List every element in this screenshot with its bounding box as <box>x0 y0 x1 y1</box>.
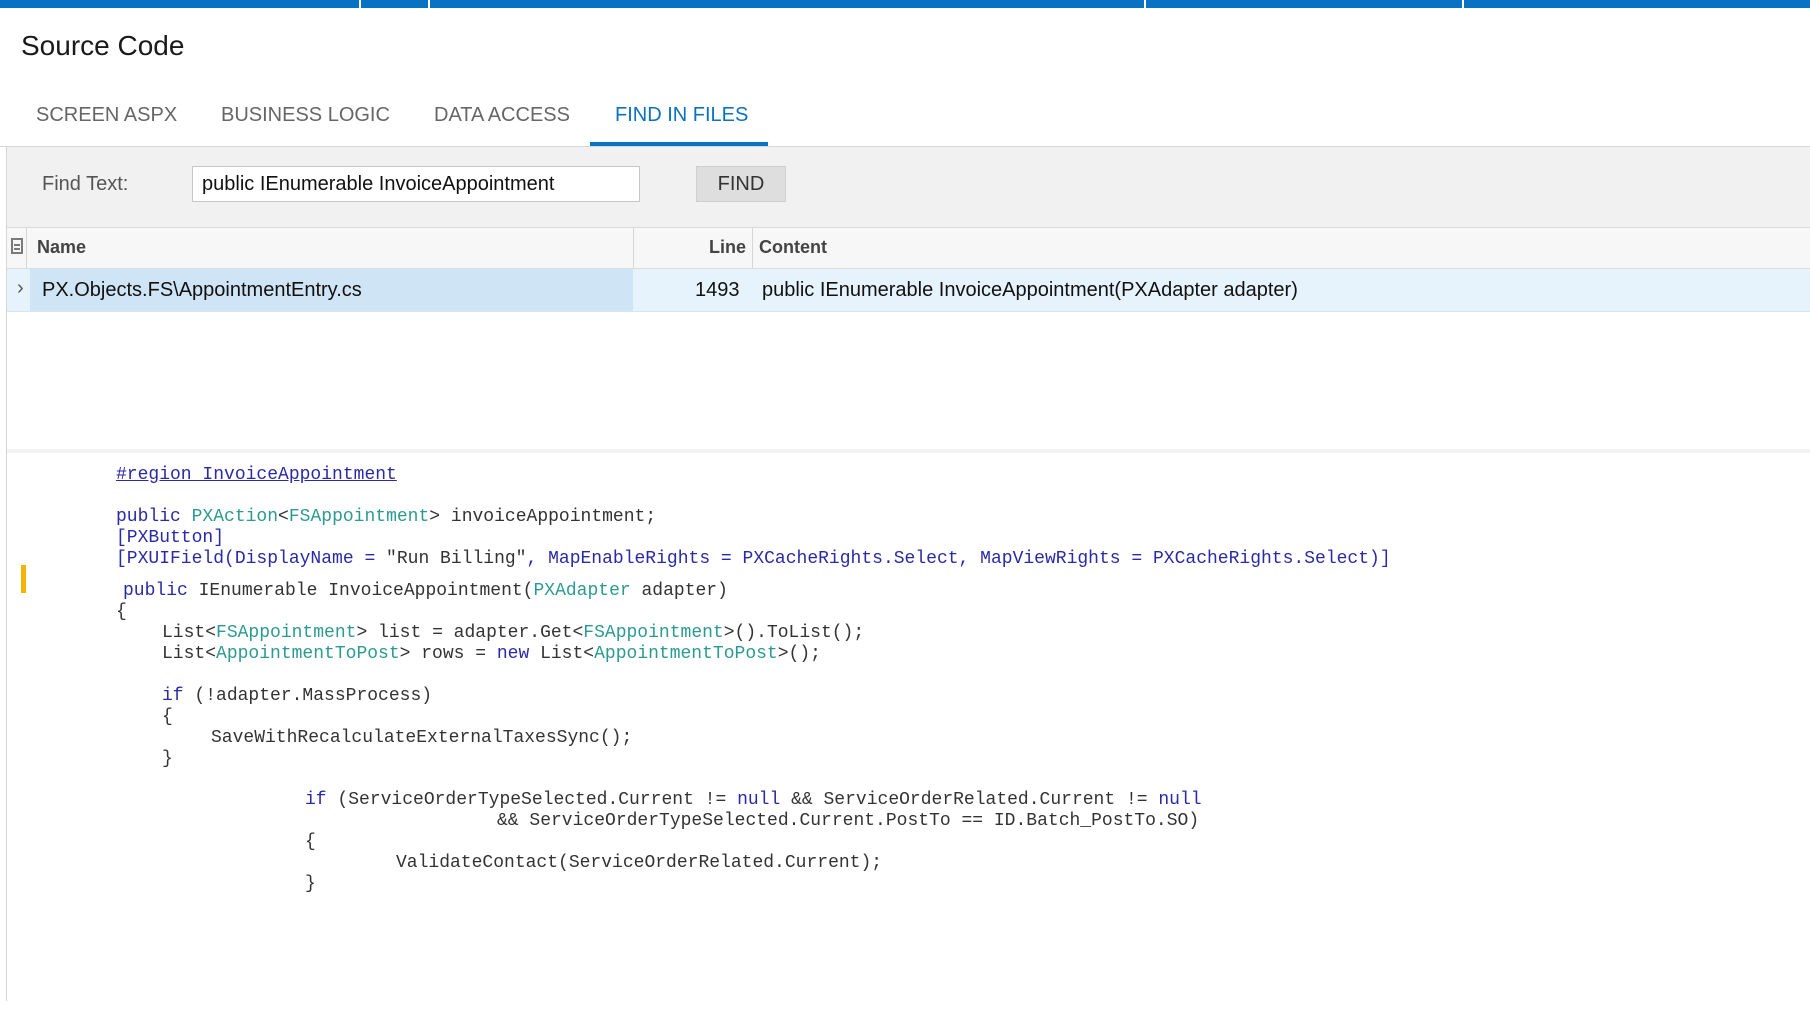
code-viewer[interactable]: #region InvoiceAppointment public PXActi… <box>7 449 1810 1013</box>
find-in-files-panel: Find Text: FIND Name Line Content › PX.O… <box>6 147 1810 1013</box>
code-line: ValidateContact(ServiceOrderRelated.Curr… <box>396 853 883 873</box>
results-grid-header: Name Line Content <box>7 228 1810 269</box>
find-text-label: Find Text: <box>42 173 129 195</box>
find-text-input[interactable] <box>192 166 640 202</box>
code-line: List<FSAppointment> list = adapter.Get<F… <box>162 623 865 643</box>
code-line: { <box>305 832 316 852</box>
code-line: if (!adapter.MassProcess) <box>162 686 433 706</box>
code-line: [PXButton] <box>116 528 225 548</box>
code-line: && ServiceOrderTypeSelected.Current.Post… <box>497 811 1200 831</box>
chevron-right-icon[interactable]: › <box>17 277 24 300</box>
tab-bar: SCREEN ASPX BUSINESS LOGIC DATA ACCESS F… <box>0 95 1810 147</box>
find-toolbar: Find Text: FIND <box>7 147 1810 228</box>
row-content: public IEnumerable InvoiceAppointment(PX… <box>762 279 1298 301</box>
code-line: public IEnumerable InvoiceAppointment(PX… <box>123 581 728 601</box>
code-line: [PXUIField(DisplayName = "Run Billing", … <box>116 549 1391 569</box>
table-row[interactable]: › PX.Objects.FS\AppointmentEntry.cs 1493… <box>7 269 1810 312</box>
row-name[interactable]: PX.Objects.FS\AppointmentEntry.cs <box>42 279 362 302</box>
code-line: { <box>116 602 127 622</box>
column-divider <box>26 228 27 268</box>
top-bar-divider <box>359 0 361 8</box>
code-line: public PXAction<FSAppointment> invoiceAp… <box>116 507 657 527</box>
code-line: } <box>305 874 316 894</box>
search-match-marker <box>21 565 26 593</box>
active-tab-indicator <box>590 142 768 146</box>
code-line: SaveWithRecalculateExternalTaxesSync(); <box>211 728 633 748</box>
page-title: Source Code <box>21 30 185 61</box>
code-line: { <box>162 707 173 727</box>
code-line: } <box>162 749 173 769</box>
column-header-name[interactable]: Name <box>37 237 86 258</box>
top-bar-divider <box>428 0 430 8</box>
column-divider[interactable] <box>752 228 753 268</box>
top-bar-divider <box>1144 0 1146 8</box>
row-line: 1493 <box>695 279 740 301</box>
column-divider[interactable] <box>633 228 634 268</box>
region-link[interactable]: #region InvoiceAppointment <box>116 465 397 485</box>
tab-screen-aspx[interactable]: SCREEN ASPX <box>36 104 177 127</box>
code-line: if (ServiceOrderTypeSelected.Current != … <box>305 790 1202 810</box>
column-header-content[interactable]: Content <box>759 237 827 258</box>
tab-data-access[interactable]: DATA ACCESS <box>434 104 570 127</box>
column-header-line[interactable]: Line <box>709 237 746 258</box>
top-bar-divider <box>1462 0 1464 8</box>
code-line: List<AppointmentToPost> rows = new List<… <box>162 644 821 664</box>
find-button[interactable]: FIND <box>696 166 786 202</box>
top-accent-bar <box>0 0 1810 8</box>
tab-find-in-files[interactable]: FIND IN FILES <box>615 104 748 127</box>
column-settings-icon[interactable] <box>11 238 23 254</box>
tab-business-logic[interactable]: BUSINESS LOGIC <box>221 104 390 127</box>
